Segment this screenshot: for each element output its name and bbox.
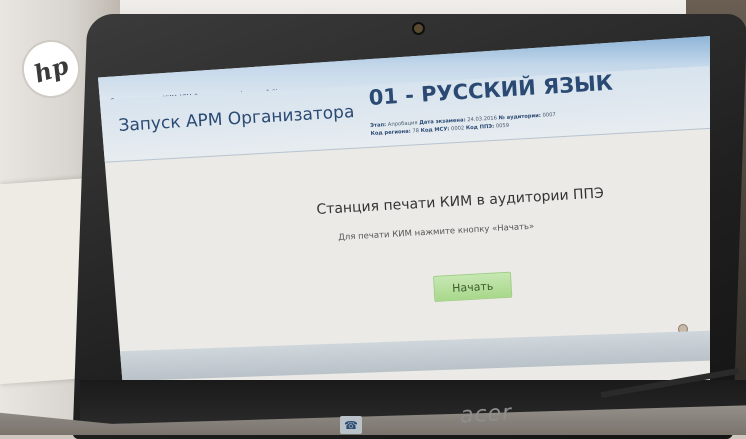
meta-region-label: Код региона: bbox=[370, 128, 411, 137]
meta-msu-value: 0002 bbox=[450, 125, 465, 133]
webcam-icon bbox=[412, 22, 425, 35]
screen: Станция печати КИМ АРМ Организатора (вер… bbox=[98, 36, 710, 382]
instruction-text: Для печати КИМ нажмите кнопку «Начать» bbox=[338, 221, 535, 243]
meta-ppe-value: 0059 bbox=[495, 122, 510, 130]
meta-msu-label: Код МСУ: bbox=[420, 126, 450, 135]
station-title: Станция печати КИМ в аудитории ППЭ bbox=[316, 185, 605, 218]
meta-region-value: 78 bbox=[412, 128, 420, 135]
taskbar bbox=[98, 330, 710, 382]
meta-room-label: № аудитории: bbox=[498, 112, 542, 122]
network-icon[interactable]: ☎ bbox=[340, 416, 362, 434]
meta-ppe-label: Код ППЭ: bbox=[465, 123, 495, 132]
acer-logo: acer bbox=[459, 400, 513, 429]
meta-stage-label: Этап: bbox=[370, 122, 387, 129]
meta-room-value: 0007 bbox=[542, 111, 556, 119]
start-button[interactable]: Начать bbox=[433, 271, 513, 302]
